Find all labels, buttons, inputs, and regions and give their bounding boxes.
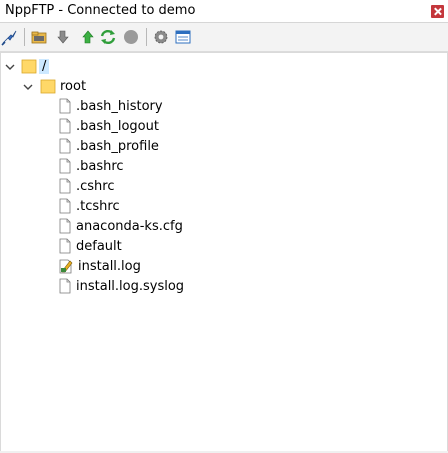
file-icon <box>59 118 71 134</box>
tree-node-root-dir[interactable]: / <box>21 56 50 76</box>
file-name: install.log <box>78 258 141 274</box>
tree-file-item[interactable]: default <box>58 236 122 256</box>
open-directory-button[interactable] <box>29 27 49 47</box>
toolbar-separator <box>146 28 147 46</box>
tree-file-item[interactable]: .bashrc <box>58 156 124 176</box>
upload-icon <box>82 30 94 44</box>
edited-file-icon <box>59 259 73 274</box>
tree-node-label: root <box>60 78 87 94</box>
file-icon <box>59 218 71 234</box>
file-icon <box>59 98 71 114</box>
download-icon <box>57 30 69 44</box>
file-name: anaconda-ks.cfg <box>76 218 183 234</box>
file-icon <box>59 238 71 254</box>
tree-file-item[interactable]: .cshrc <box>58 176 115 196</box>
tree-node-root-folder[interactable]: root <box>40 76 86 96</box>
window-title: NppFTP - Connected to demo <box>5 3 196 18</box>
download-button[interactable] <box>54 27 74 47</box>
folder-icon <box>40 79 56 94</box>
file-name: default <box>76 238 122 254</box>
tree-file-item[interactable]: .tcshrc <box>58 196 120 216</box>
toolbar-separator <box>24 28 25 46</box>
toolbar <box>0 23 448 52</box>
abort-icon <box>124 30 138 44</box>
file-icon <box>59 178 71 194</box>
open-folder-icon <box>31 31 47 44</box>
title-bar: NppFTP - Connected to demo <box>0 0 448 23</box>
chevron-down-icon[interactable] <box>23 82 33 92</box>
remote-file-tree[interactable]: / root .bash_history .bash_logout .bash_… <box>0 52 448 453</box>
message-window-button[interactable] <box>173 27 193 47</box>
settings-icon <box>154 30 168 44</box>
file-name: .bashrc <box>76 158 124 174</box>
tree-file-item[interactable]: .bash_logout <box>58 116 159 136</box>
folder-icon <box>21 59 37 74</box>
file-name: .bash_logout <box>76 118 159 134</box>
tree-file-item[interactable]: install.log.syslog <box>58 276 184 296</box>
file-icon <box>59 198 71 214</box>
tree-file-item[interactable]: .bash_profile <box>58 136 159 156</box>
tree-node-label: / <box>39 58 50 74</box>
file-icon <box>59 278 71 294</box>
file-icon <box>59 138 71 154</box>
refresh-icon <box>100 29 116 45</box>
tree-file-item[interactable]: install.log <box>58 256 141 276</box>
connect-icon <box>1 30 17 46</box>
abort-button[interactable] <box>121 27 141 47</box>
file-icon <box>59 158 71 174</box>
close-icon <box>430 4 444 18</box>
file-name: .cshrc <box>76 178 115 194</box>
file-name: .bash_history <box>76 98 163 114</box>
message-window-icon <box>175 30 191 44</box>
tree-file-item[interactable]: .bash_history <box>58 96 163 116</box>
tree-file-item[interactable]: anaconda-ks.cfg <box>58 216 183 236</box>
file-name: .tcshrc <box>76 198 120 214</box>
nppftp-panel: NppFTP - Connected to demo / root .bash_… <box>0 0 448 453</box>
connect-button[interactable] <box>0 27 20 47</box>
settings-button[interactable] <box>151 27 171 47</box>
upload-button[interactable] <box>78 27 98 47</box>
close-button[interactable] <box>426 1 448 21</box>
file-name: .bash_profile <box>76 138 159 154</box>
file-name: install.log.syslog <box>76 278 185 294</box>
refresh-button[interactable] <box>98 27 118 47</box>
chevron-down-icon[interactable] <box>5 62 15 72</box>
